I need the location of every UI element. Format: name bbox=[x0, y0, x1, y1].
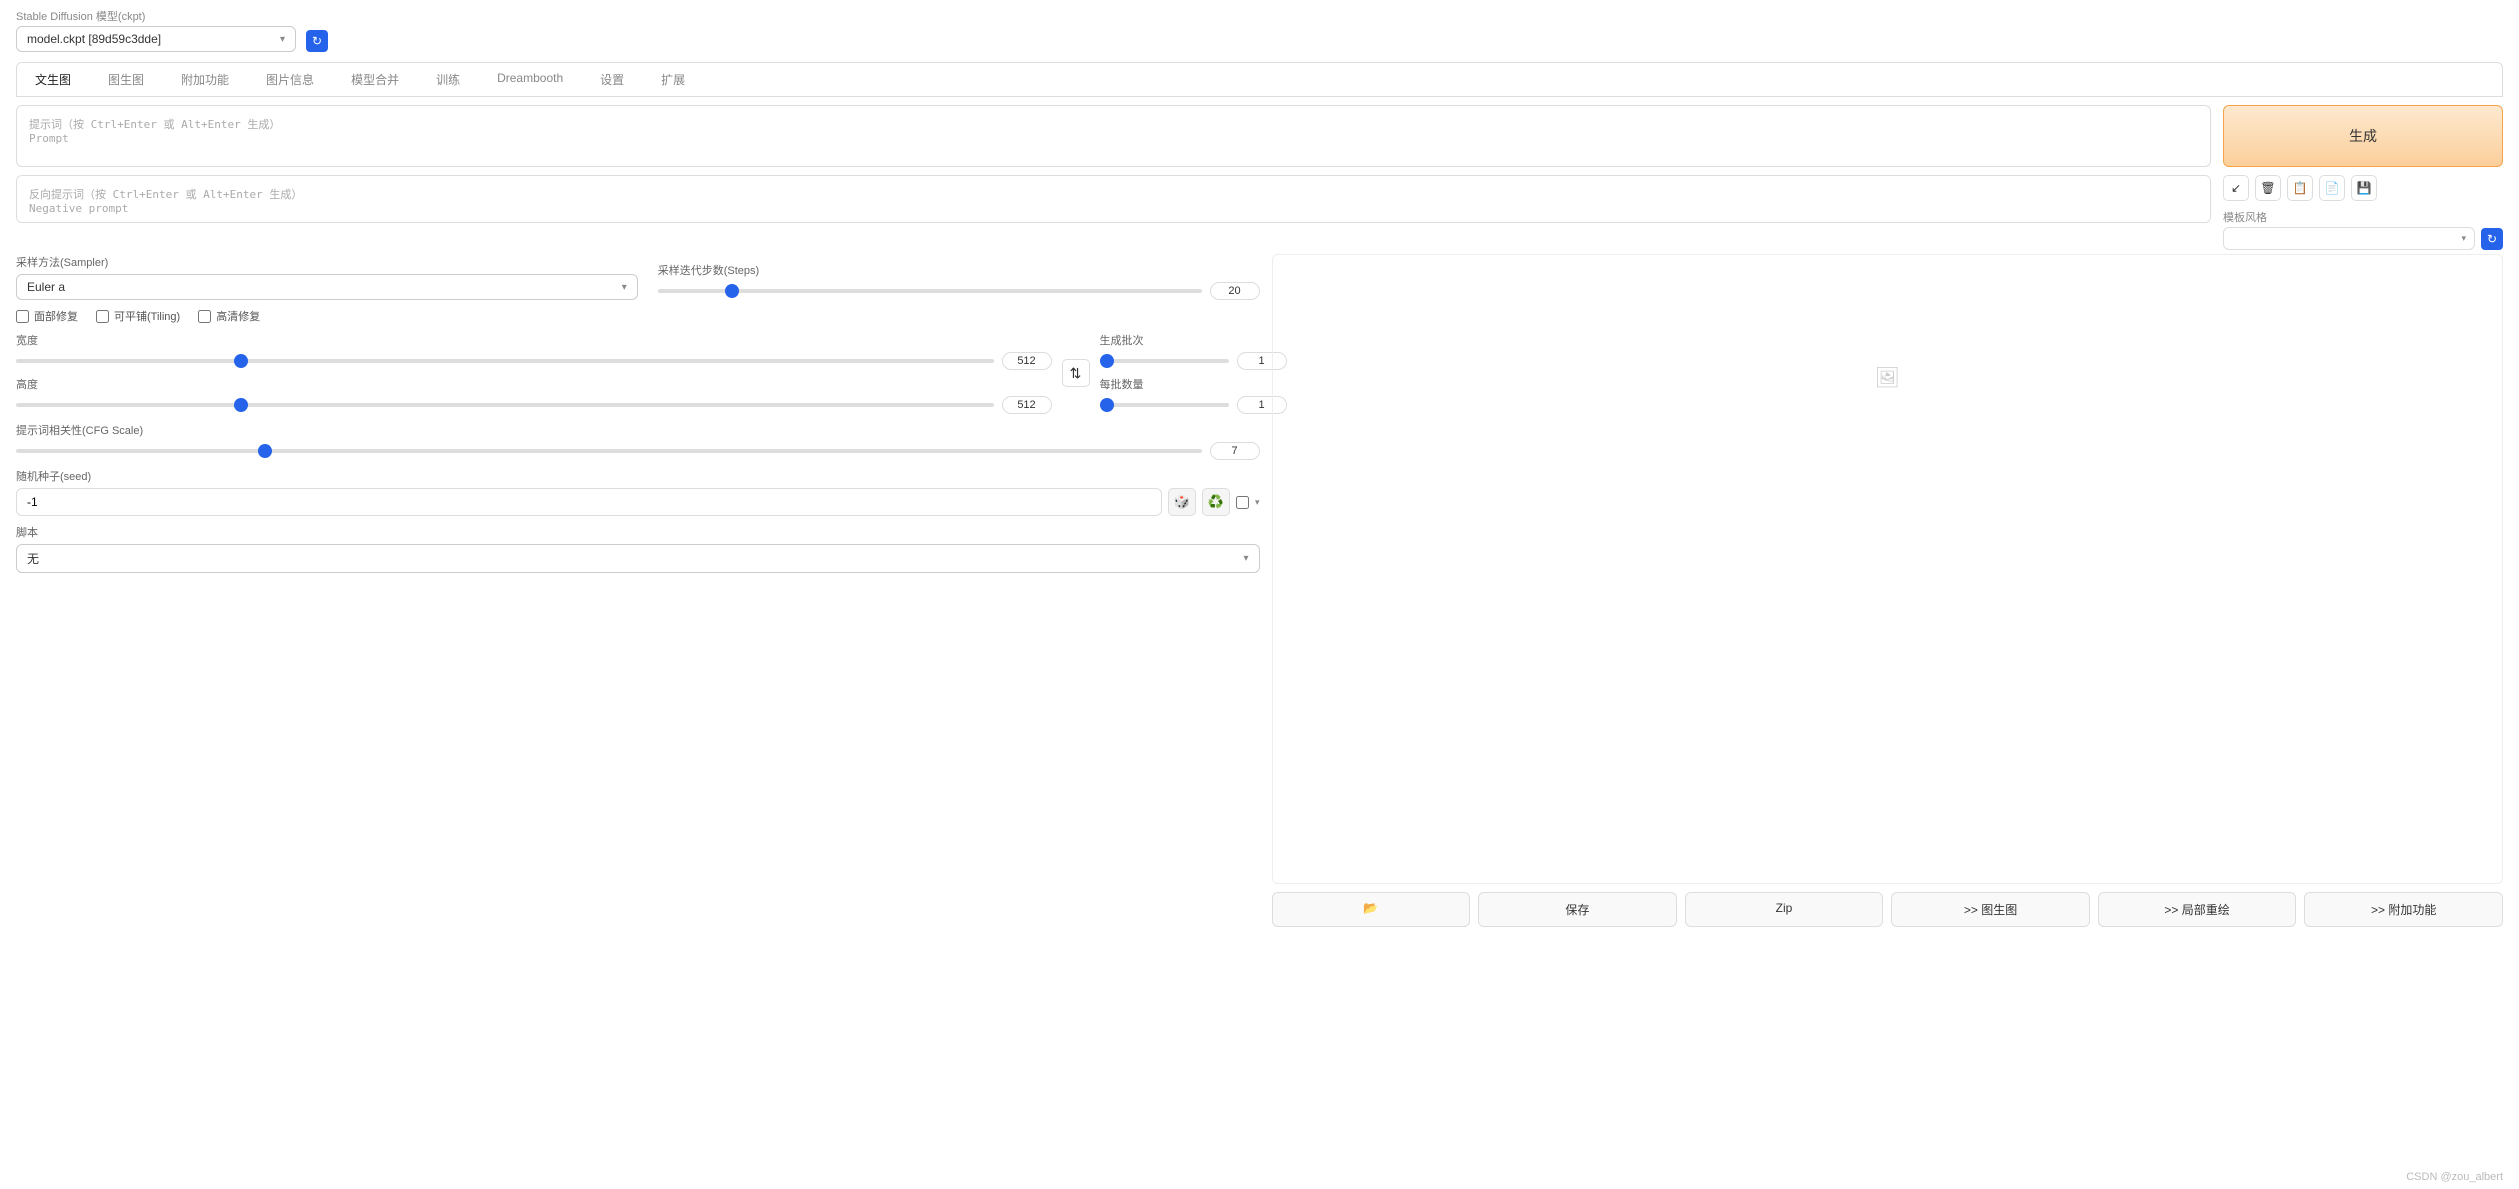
clear-button[interactable]: 🗑 bbox=[2255, 175, 2281, 201]
save-button[interactable]: 保存 bbox=[1478, 892, 1677, 927]
interrogate-button[interactable]: ↙ bbox=[2223, 175, 2249, 201]
tab-dreambooth[interactable]: Dreambooth bbox=[479, 63, 582, 96]
refresh-checkpoint-button[interactable]: ↻ bbox=[306, 30, 328, 52]
style-apply-button[interactable]: 📋 bbox=[2287, 175, 2313, 201]
checkpoint-select[interactable]: model.ckpt [89d59c3dde] ▾ bbox=[16, 26, 296, 52]
send-img2img-button[interactable]: >> 图生图 bbox=[1891, 892, 2090, 927]
trash-icon: 🗑 bbox=[2260, 181, 2275, 195]
face-restore-check[interactable]: 面部修复 bbox=[16, 308, 78, 324]
tab-merge[interactable]: 模型合并 bbox=[333, 63, 418, 96]
checkpoint-value: model.ckpt [89d59c3dde] bbox=[27, 32, 161, 46]
clipboard-icon: 📋 bbox=[2293, 181, 2308, 195]
height-value[interactable]: 512 bbox=[1002, 396, 1052, 414]
chevron-down-icon: ▾ bbox=[622, 282, 627, 293]
tab-train[interactable]: 训练 bbox=[418, 63, 479, 96]
send-inpaint-button[interactable]: >> 局部重绘 bbox=[2098, 892, 2297, 927]
batch-size-slider[interactable] bbox=[1100, 403, 1229, 407]
negative-prompt-input[interactable] bbox=[16, 175, 2211, 223]
refresh-styles-button[interactable]: ↻ bbox=[2481, 228, 2503, 250]
refresh-icon: ↻ bbox=[312, 34, 322, 48]
list-icon: 📄 bbox=[2325, 181, 2340, 195]
save-style-button[interactable]: 💾 bbox=[2351, 175, 2377, 201]
recycle-icon: ♻️ bbox=[1208, 494, 1224, 510]
refresh-icon: ↻ bbox=[2487, 232, 2497, 246]
width-value[interactable]: 512 bbox=[1002, 352, 1052, 370]
seed-input[interactable] bbox=[16, 488, 1162, 516]
height-slider[interactable] bbox=[16, 403, 994, 407]
swap-dimensions-button[interactable]: ⇅ bbox=[1062, 359, 1090, 387]
script-select[interactable]: 无 ▾ bbox=[16, 544, 1260, 573]
tab-extras[interactable]: 附加功能 bbox=[163, 63, 248, 96]
prompt-input[interactable] bbox=[16, 105, 2211, 167]
main-tabs: 文生图 图生图 附加功能 图片信息 模型合并 训练 Dreambooth 设置 … bbox=[16, 62, 2503, 97]
swap-icon: ⇅ bbox=[1070, 365, 1082, 382]
sampler-label: 采样方法(Sampler) bbox=[16, 254, 638, 270]
random-seed-button[interactable]: 🎲 bbox=[1168, 488, 1196, 516]
tab-pnginfo[interactable]: 图片信息 bbox=[248, 63, 333, 96]
tiling-check[interactable]: 可平铺(Tiling) bbox=[96, 308, 180, 324]
generate-button[interactable]: 生成 bbox=[2223, 105, 2503, 167]
steps-slider[interactable] bbox=[658, 289, 1202, 293]
steps-value[interactable]: 20 bbox=[1210, 282, 1260, 300]
watermark: CSDN @zou_albert bbox=[2406, 1171, 2503, 1183]
arrow-icon: ↙ bbox=[2231, 181, 2241, 195]
send-extras-button[interactable]: >> 附加功能 bbox=[2304, 892, 2503, 927]
output-preview: 🖼 bbox=[1272, 254, 2504, 884]
dice-icon: 🎲 bbox=[1174, 494, 1190, 510]
style-label: 模板风格 bbox=[2223, 209, 2503, 225]
chevron-down-icon: ▾ bbox=[1243, 553, 1248, 564]
chevron-down-icon: ▾ bbox=[2461, 233, 2466, 244]
batch-size-label: 每批数量 bbox=[1100, 376, 1260, 392]
zip-button[interactable]: Zip bbox=[1685, 892, 1884, 927]
open-folder-button[interactable]: 📂 bbox=[1272, 892, 1471, 927]
width-slider[interactable] bbox=[16, 359, 994, 363]
style-select[interactable]: ▾ bbox=[2223, 227, 2475, 250]
steps-label: 采样迭代步数(Steps) bbox=[658, 262, 1260, 278]
sampler-value: Euler a bbox=[27, 280, 65, 294]
tab-settings[interactable]: 设置 bbox=[582, 63, 643, 96]
cfg-slider[interactable] bbox=[16, 449, 1202, 453]
save-icon: 💾 bbox=[2357, 181, 2372, 195]
extra-seed-check[interactable] bbox=[1236, 496, 1249, 509]
script-label: 脚本 bbox=[16, 524, 1260, 540]
cfg-label: 提示词相关性(CFG Scale) bbox=[16, 422, 1260, 438]
reuse-seed-button[interactable]: ♻️ bbox=[1202, 488, 1230, 516]
chevron-down-icon[interactable]: ▾ bbox=[1255, 497, 1260, 508]
tab-txt2img[interactable]: 文生图 bbox=[17, 63, 90, 97]
batch-count-slider[interactable] bbox=[1100, 359, 1229, 363]
seed-label: 随机种子(seed) bbox=[16, 468, 1260, 484]
checkpoint-label: Stable Diffusion 模型(ckpt) bbox=[16, 8, 296, 24]
hires-check[interactable]: 高清修复 bbox=[198, 308, 260, 324]
cfg-value[interactable]: 7 bbox=[1210, 442, 1260, 460]
sampler-select[interactable]: Euler a ▾ bbox=[16, 274, 638, 300]
style-create-button[interactable]: 📄 bbox=[2319, 175, 2345, 201]
tab-img2img[interactable]: 图生图 bbox=[90, 63, 163, 96]
width-label: 宽度 bbox=[16, 332, 1052, 348]
image-placeholder-icon: 🖼 bbox=[1875, 365, 1900, 390]
script-value: 无 bbox=[27, 550, 39, 567]
chevron-down-icon: ▾ bbox=[280, 34, 285, 45]
height-label: 高度 bbox=[16, 376, 1052, 392]
batch-count-label: 生成批次 bbox=[1100, 332, 1260, 348]
tab-extensions[interactable]: 扩展 bbox=[643, 63, 704, 96]
